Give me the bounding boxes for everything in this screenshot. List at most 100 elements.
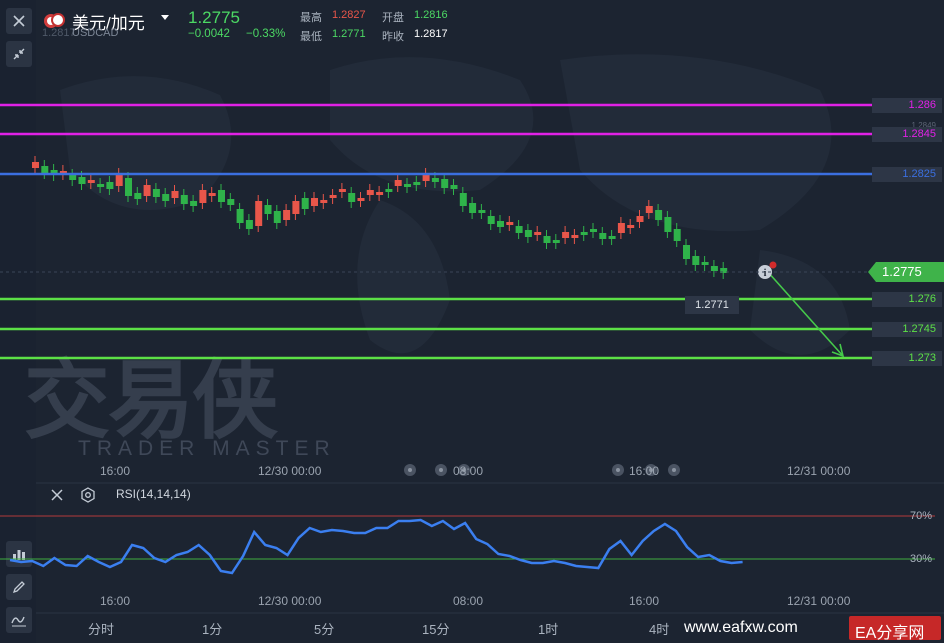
- candle-body: [255, 201, 263, 226]
- candle-body: [152, 189, 160, 197]
- close-indicator-icon[interactable]: [50, 488, 64, 502]
- candle-body: [338, 189, 346, 192]
- x-label-3: 08:00: [453, 464, 484, 478]
- candle-body: [171, 191, 179, 198]
- candle-body: [562, 232, 570, 238]
- candle-body: [394, 180, 402, 186]
- level-tag-1273: 1.273: [872, 351, 942, 366]
- level-tag-12745: 1.2745: [872, 322, 942, 337]
- candle-body: [404, 184, 411, 187]
- candle-body: [692, 256, 700, 265]
- candle-body: [385, 189, 393, 192]
- candle-body: [478, 210, 486, 213]
- candle-body: [617, 223, 625, 233]
- candle-body: [664, 217, 672, 232]
- candle-body: [534, 232, 542, 235]
- level-tag-12845: 1.2845: [872, 127, 942, 142]
- candle-body: [683, 245, 690, 259]
- candle-body: [329, 195, 337, 198]
- candle-body: [115, 174, 123, 186]
- price-chart: i: [0, 103, 944, 614]
- candle-body: [459, 193, 467, 206]
- candle-body: [357, 198, 365, 201]
- candle-body: [366, 190, 374, 195]
- svg-text:i: i: [764, 268, 767, 279]
- candle-body: [199, 190, 207, 203]
- forecast-arrow: [766, 270, 844, 357]
- candle-body: [376, 192, 384, 195]
- candle-body: [524, 230, 532, 237]
- x-label-4: 16:00: [629, 464, 660, 478]
- candle-body: [431, 178, 439, 182]
- x-label-1: 16:00: [100, 464, 131, 478]
- candle-body: [106, 182, 114, 189]
- candle-body: [41, 166, 49, 173]
- level-tag-1276: 1.276: [872, 292, 942, 307]
- rsi-x-label-5: 12/31 00:00: [787, 594, 851, 608]
- x-label-2: 12/30 00:00: [258, 464, 322, 478]
- rsi-x-label-4: 16:00: [629, 594, 660, 608]
- candle-body: [301, 198, 309, 209]
- candle-body: [227, 199, 235, 205]
- candle-body: [273, 211, 281, 223]
- candle-body: [636, 216, 644, 222]
- timeframe-5m[interactable]: 5分: [314, 619, 334, 638]
- candle-body: [552, 240, 560, 243]
- candle-body: [701, 262, 709, 265]
- candle-body: [497, 221, 504, 227]
- candle-body: [320, 200, 328, 203]
- candle-body: [673, 229, 681, 241]
- candle-body: [218, 190, 225, 202]
- candle-body: [311, 198, 318, 206]
- candle-body: [543, 236, 551, 243]
- candle-body: [180, 195, 188, 204]
- candle-body: [487, 216, 495, 224]
- candle-body: [143, 185, 151, 196]
- timeframe-tick[interactable]: 分时: [88, 619, 114, 638]
- candle-body: [627, 225, 635, 228]
- candle-body: [515, 226, 523, 233]
- rsi-lower-label: 30%: [910, 553, 933, 565]
- candle-body: [441, 179, 449, 188]
- candle-body: [32, 162, 39, 168]
- candle-body: [134, 193, 142, 199]
- chart-app: 美元/加元 1.2817 USDCAD 1.2775 −0.0042 −0.33…: [0, 0, 944, 643]
- candle-body: [236, 209, 244, 223]
- candle-body: [580, 232, 588, 235]
- candle-body: [97, 184, 105, 187]
- candle-body: [78, 177, 86, 184]
- timeframe-1h[interactable]: 1时: [538, 619, 558, 638]
- indicator-label[interactable]: RSI(14,14,14): [116, 487, 191, 501]
- candle-body: [348, 193, 356, 202]
- candle-body: [264, 205, 272, 214]
- timeframe-15m[interactable]: 15分: [422, 619, 449, 638]
- candle-body: [245, 220, 253, 229]
- timeframe-4h[interactable]: 4时: [649, 619, 669, 638]
- candle-body: [506, 222, 514, 225]
- rsi-x-label-3: 08:00: [453, 594, 484, 608]
- timeframe-1m[interactable]: 1分: [202, 619, 222, 638]
- candle-body: [413, 182, 421, 185]
- candle-body: [162, 194, 170, 201]
- current-price-tag: 1.2775: [882, 264, 922, 279]
- candle-body: [608, 236, 616, 239]
- candle-body: [590, 229, 597, 232]
- candle-body: [655, 210, 663, 220]
- level-tag-12825: 1.2825: [872, 167, 942, 182]
- candle-body: [283, 210, 291, 220]
- settings-icon[interactable]: [80, 487, 96, 503]
- candle-body: [125, 178, 132, 196]
- rsi-upper-label: 70%: [910, 510, 933, 522]
- alert-dot: [769, 261, 777, 269]
- candle-body: [69, 175, 77, 180]
- candle-body: [645, 206, 653, 213]
- footer-brand[interactable]: EA分享网: [855, 619, 924, 643]
- candle-body: [450, 185, 458, 189]
- level-tag-1286: 1.286: [872, 98, 942, 113]
- rsi-line: [9, 518, 743, 575]
- candle-body: [469, 203, 477, 213]
- candle-body: [292, 201, 300, 214]
- rsi-x-label-2: 12/30 00:00: [258, 594, 322, 608]
- footer-site[interactable]: www.eafxw.com: [684, 619, 798, 637]
- rsi-x-label-1: 16:00: [100, 594, 131, 608]
